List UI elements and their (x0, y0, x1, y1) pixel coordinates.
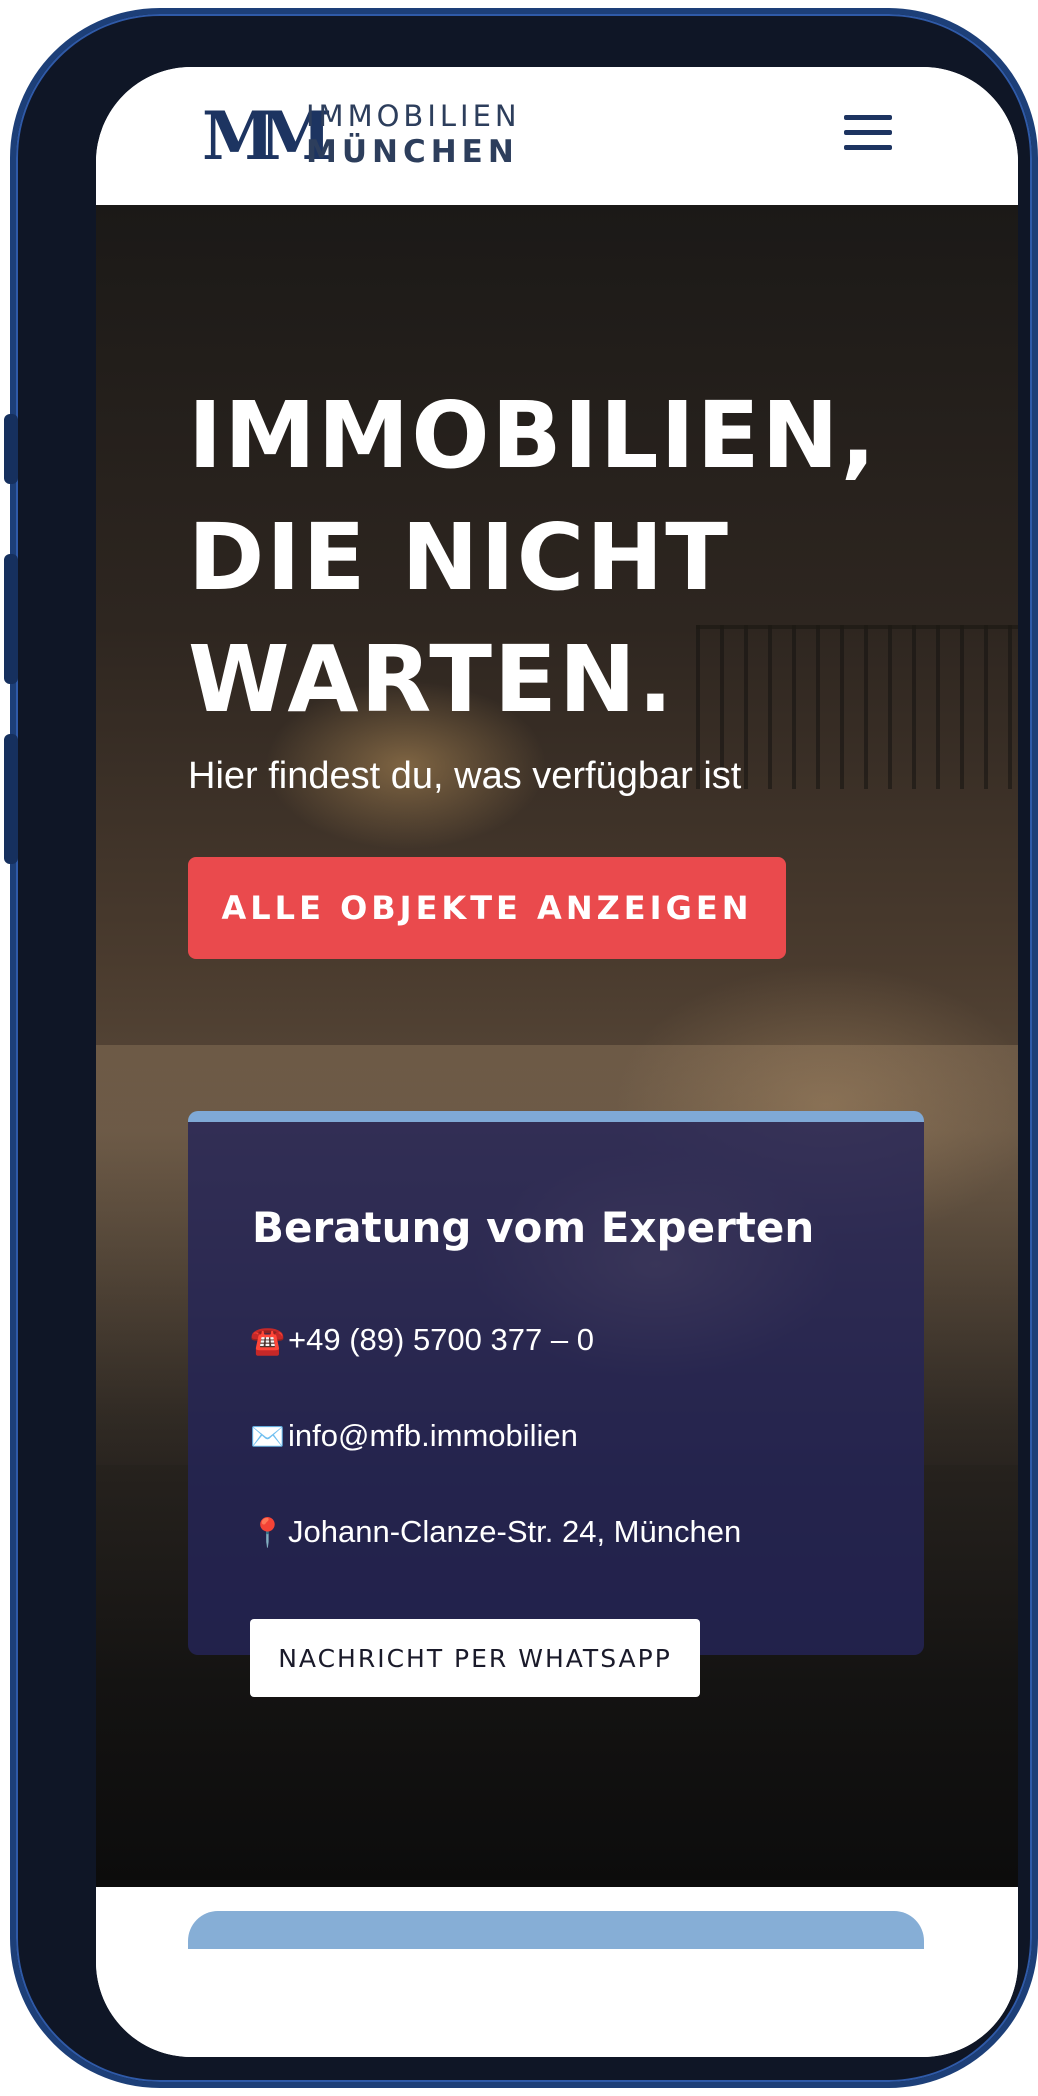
contact-card: Beratung vom Experten ☎️ +49 (89) 5700 37… (188, 1111, 924, 1655)
next-section-card (188, 1911, 924, 2057)
logo-line-immobilien: IMMOBILIEN (306, 99, 521, 133)
contact-address-text: Johann-Clanze-Str. 24, München (288, 1514, 742, 1549)
hero-title-line-3: WARTEN. (188, 626, 675, 733)
hamburger-menu-icon[interactable] (844, 113, 892, 153)
volume-up-button (4, 554, 18, 684)
contact-email-text: info@mfb.immobilien (288, 1418, 578, 1453)
envelope-icon: ✉️ (250, 1421, 285, 1452)
site-header: MM IMMOBILIEN MÜNCHEN (96, 67, 1018, 205)
logo-line-muenchen: MÜNCHEN (306, 134, 519, 170)
menu-bar-bottom (844, 145, 892, 150)
phone-screen: MM IMMOBILIEN MÜNCHEN IMMOBILIEN, DIE NI… (96, 67, 1018, 2057)
contact-phone-text: +49 (89) 5700 377 – 0 (288, 1322, 594, 1357)
logo-mark-letter: M (202, 97, 275, 175)
contact-card-title: Beratung vom Experten (252, 1203, 815, 1252)
menu-bar-top (844, 115, 892, 120)
logo-wordmark[interactable]: IMMOBILIEN MÜNCHEN (306, 99, 521, 171)
volume-down-button (4, 734, 18, 864)
hero-section: IMMOBILIEN, DIE NICHT WARTEN. Hier finde… (96, 205, 1018, 1887)
menu-bar-middle (844, 130, 892, 135)
hero-subtitle: Hier findest du, was verfügbar ist (188, 755, 742, 797)
phone-icon: ☎️ (250, 1325, 285, 1356)
contact-phone[interactable]: ☎️ +49 (89) 5700 377 – 0 (250, 1320, 594, 1361)
next-section (96, 1887, 1018, 2057)
logo-mark[interactable]: MM (202, 101, 332, 171)
whatsapp-message-button[interactable]: NACHRICHT PER WHATSAPP (250, 1619, 700, 1697)
hero-title-line-2: DIE NICHT (188, 504, 730, 611)
phone-frame: MM IMMOBILIEN MÜNCHEN IMMOBILIEN, DIE NI… (4, 8, 1038, 2088)
hero-title-line-1: IMMOBILIEN, (188, 382, 878, 489)
show-all-objects-button[interactable]: ALLE OBJEKTE ANZEIGEN (188, 857, 786, 959)
contact-address[interactable]: 📍 Johann-Clanze-Str. 24, München (250, 1512, 741, 1553)
hero-title: IMMOBILIEN, DIE NICHT WARTEN. (188, 375, 878, 741)
location-pin-icon: 📍 (250, 1517, 285, 1548)
mute-switch (4, 414, 18, 484)
contact-email[interactable]: ✉️ info@mfb.immobilien (250, 1416, 578, 1457)
